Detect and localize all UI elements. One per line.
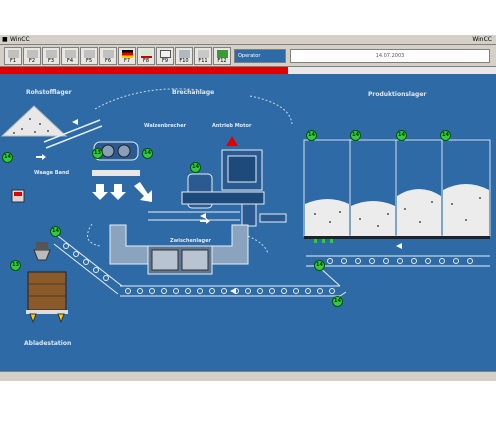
window-titlebar: ■ WinCC WinCC [0, 35, 496, 45]
chart-icon [217, 50, 228, 58]
silo-fill-2 [351, 201, 395, 236]
window-title-right: WinCC [472, 36, 492, 43]
wheel-left [29, 313, 37, 324]
trend-icon [141, 50, 152, 58]
process-screen: Rohstofflager Brechanlage Produktionslag… [0, 74, 496, 371]
settings-icon [179, 50, 190, 58]
bunker-window-left [151, 249, 179, 271]
status-badge[interactable]: 14 [142, 148, 153, 159]
crusher-roller-right [117, 144, 131, 158]
crusher-roller-left [101, 144, 115, 158]
window-icon: ■ [2, 36, 8, 43]
screen-icon [65, 50, 76, 58]
silo-fill-3 [397, 189, 441, 236]
datetime-field: 14.07.2003 [290, 49, 490, 63]
status-badge[interactable]: 14 [50, 226, 61, 237]
arrow-icon [72, 119, 78, 125]
toolbar-button-f4[interactable]: F4 [61, 47, 79, 65]
print-icon [198, 50, 209, 58]
status-badge[interactable]: 14 [396, 130, 407, 141]
flag-icon [122, 50, 133, 58]
operator-field[interactable]: Operator [234, 49, 286, 63]
toolbar-button-f6[interactable]: F6 [99, 47, 117, 65]
screen-icon [27, 50, 38, 58]
warning-icon [226, 136, 238, 146]
toolbar-button-f3[interactable]: F3 [42, 47, 60, 65]
toolbar-button-f9[interactable]: F9 [156, 47, 174, 65]
toolbar-button-f2[interactable]: F2 [23, 47, 41, 65]
status-badge[interactable]: 13 [92, 148, 103, 159]
screen-icon [46, 50, 57, 58]
bunker-window-right [181, 249, 209, 271]
status-badge[interactable]: 14 [440, 130, 451, 141]
mill-base [181, 191, 265, 205]
status-badge[interactable]: 13 [10, 260, 21, 271]
status-badge[interactable]: 14 [314, 260, 325, 271]
screen-icon [84, 50, 95, 58]
status-badge[interactable]: 14 [2, 152, 13, 163]
arrow-down-icon [92, 184, 108, 200]
toolbar-button-f12[interactable]: F12 [213, 47, 231, 65]
alarm-indicator[interactable] [0, 67, 288, 74]
loading-hopper [33, 249, 51, 261]
overview-icon [8, 50, 19, 58]
wheel-right [57, 313, 65, 324]
toolbar-button-f10[interactable]: F10 [175, 47, 193, 65]
loading-wagon[interactable] [27, 271, 67, 311]
status-badge[interactable]: 14 [350, 130, 361, 141]
arrow-down-icon [110, 184, 126, 200]
toolbar-button-f1[interactable]: F1 [4, 47, 22, 65]
process-graphics [0, 88, 491, 324]
toolbar-button-f11[interactable]: F11 [194, 47, 212, 65]
status-badge[interactable]: 14 [306, 130, 317, 141]
window-title: WinCC [10, 36, 30, 43]
arrow-diagonal-icon [134, 182, 152, 202]
toolbar-button-f8[interactable]: F8 [137, 47, 155, 65]
raw-material-pile [0, 105, 68, 137]
report-icon [160, 50, 171, 58]
silo-fill-1 [305, 199, 349, 236]
silo-fill-4 [443, 184, 489, 236]
screen-icon [103, 50, 114, 58]
toolbar-button-f5[interactable]: F5 [80, 47, 98, 65]
status-badge[interactable]: 14 [332, 296, 343, 307]
toolbar: F1 F2 F3 F4 F5 F6 F7 F8 F9 F10 F11 F12 O… [0, 45, 496, 67]
crusher-outlet [92, 170, 140, 176]
status-badge[interactable]: 14 [190, 162, 201, 173]
toolbar-button-f7[interactable]: F7 [118, 47, 136, 65]
statusbar [0, 371, 496, 381]
